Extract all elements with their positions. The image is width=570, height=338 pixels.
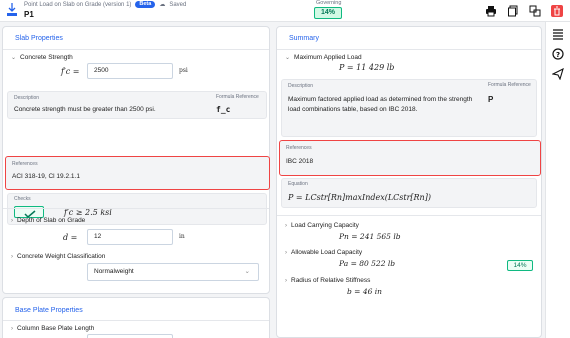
references-label: References <box>12 161 38 167</box>
concrete-strength-input[interactable]: 2500 <box>87 63 173 79</box>
concrete-strength-header[interactable]: ⌄ Concrete Strength <box>11 54 73 61</box>
checks-label: Checks <box>14 196 31 202</box>
references-text: ACI 318-19, Cl 19.2.1.1 <box>12 173 80 180</box>
cloud-icon: ☁ <box>159 2 166 8</box>
beta-badge: Beta <box>135 1 156 8</box>
trash-icon[interactable] <box>551 5 563 17</box>
governing-badge[interactable]: 14% <box>314 7 342 19</box>
depth-input[interactable]: 12 <box>87 229 173 245</box>
psi-unit: psi <box>179 67 188 74</box>
chevron-down-icon: ⌄ <box>11 55 17 61</box>
weight-class-header[interactable]: › Concrete Weight Classification <box>11 253 105 260</box>
base-plate-title[interactable]: Base Plate Properties <box>15 307 83 314</box>
print-icon[interactable] <box>485 5 497 17</box>
link-icon[interactable] <box>529 5 541 17</box>
summary-formula-reference-label: Formula Reference <box>488 82 531 88</box>
check-expression: f′c ≥ 2.5 ksi <box>64 208 112 217</box>
formula-reference-value: f_c <box>216 105 231 114</box>
utilization-badge[interactable]: 14% <box>507 260 533 271</box>
summary-description-text: Maximum factored applied load as determi… <box>288 96 473 113</box>
saved-status: Saved <box>169 1 187 8</box>
equation-expression: P = LCstr[Rn]maxIndex(LCstr[Rn]) <box>288 193 431 202</box>
weight-class-select[interactable]: Normalweight ⌄ <box>87 263 259 281</box>
references-box: References ACI 318-19, Cl 19.2.1.1 <box>5 156 270 190</box>
base-plate-length-label: Column Base Plate Length <box>17 325 95 332</box>
equation-box: Equation P = LCstr[Rn]maxIndex(LCstr[Rn]… <box>281 178 537 208</box>
project-name: P1 <box>24 10 34 19</box>
description-box: Description Concrete strength must be gr… <box>7 91 267 119</box>
load-carrying-capacity-expression: Pn = 241 565 lb <box>339 232 401 241</box>
chevron-down-icon: ⌄ <box>244 268 250 275</box>
result-header-0[interactable]: › Load Carrying Capacity <box>285 222 359 229</box>
governing-label: Governing <box>316 0 342 6</box>
max-load-header[interactable]: ⌄ Maximum Applied Load <box>285 54 362 61</box>
summary-formula-reference-value: P <box>488 95 494 104</box>
weight-class-label: Concrete Weight Classification <box>17 253 106 260</box>
divider <box>3 49 269 50</box>
concrete-strength-label: Concrete Strength <box>20 54 73 61</box>
depth-label: Depth of Slab on Grade <box>17 217 86 224</box>
chevron-down-icon: ⌄ <box>285 55 291 61</box>
list-icon[interactable] <box>552 28 564 40</box>
chevron-right-icon: › <box>285 277 287 284</box>
summary-title[interactable]: Summary <box>289 35 319 42</box>
svg-text:?: ? <box>556 51 560 59</box>
depth-unit: in <box>179 233 185 240</box>
chevron-right-icon: › <box>11 253 13 260</box>
summary-description-label: Description <box>288 83 314 89</box>
summary-description-box: Description Maximum factored applied loa… <box>281 79 537 137</box>
right-toolbar: ? <box>545 22 570 338</box>
summary-references-text: IBC 2018 <box>286 158 314 165</box>
breadcrumb: Point Load on Slab on Grade (version 1) … <box>24 1 186 8</box>
equation-text: P = LCstr[Rn]maxIndex(LCstr[Rn]) <box>288 193 431 202</box>
copy-icon[interactable] <box>507 5 519 17</box>
divider <box>277 215 541 216</box>
chevron-right-icon: › <box>285 222 287 229</box>
result-header-1[interactable]: › Allowable Load Capacity <box>285 249 362 256</box>
breadcrumb-text: Point Load on Slab on Grade (version 1) <box>24 1 132 8</box>
load-carrying-capacity-label: Load Carrying Capacity <box>291 222 359 229</box>
radius-stiffness-label: Radius of Relative Stiffness <box>291 277 371 284</box>
divider <box>3 208 269 209</box>
calculator-icon <box>7 3 17 16</box>
chevron-right-icon: › <box>11 325 13 332</box>
description-text: Concrete strength must be greater than 2… <box>14 106 156 113</box>
summary-references-label: References <box>286 145 312 151</box>
divider <box>277 49 541 50</box>
slab-properties-title[interactable]: Slab Properties <box>15 35 63 42</box>
description-label: Description <box>14 95 40 101</box>
equation-label: Equation <box>288 181 308 187</box>
result-header-2[interactable]: › Radius of Relative Stiffness <box>285 277 370 284</box>
help-icon[interactable]: ? <box>552 48 564 60</box>
base-plate-length-input[interactable] <box>87 334 173 338</box>
chevron-right-icon: › <box>285 249 287 256</box>
summary-references-box: References IBC 2018 <box>279 140 541 176</box>
send-icon[interactable] <box>552 68 564 80</box>
top-bar: Point Load on Slab on Grade (version 1) … <box>0 0 570 22</box>
formula-reference-label: Formula Reference <box>216 94 259 100</box>
fc-symbol: f′c = <box>61 67 80 76</box>
max-load-expression: P = 11 429 lb <box>339 63 395 72</box>
divider <box>3 320 269 321</box>
depth-header[interactable]: › Depth of Slab on Grade <box>11 217 85 224</box>
weight-class-value: Normalweight <box>94 268 134 275</box>
slab-properties-panel: Slab Properties ⌄ Concrete Strength f′c … <box>2 26 270 294</box>
depth-symbol: d = <box>63 233 78 242</box>
base-plate-length-header[interactable]: › Column Base Plate Length <box>11 325 94 332</box>
base-plate-panel: Base Plate Properties › Column Base Plat… <box>2 297 270 338</box>
radius-stiffness-expression: b = 46 in <box>347 287 383 296</box>
summary-panel: Summary ⌄ Maximum Applied Load P = 11 42… <box>276 26 542 338</box>
max-load-label: Maximum Applied Load <box>294 54 362 61</box>
chevron-right-icon: › <box>11 217 13 224</box>
allowable-load-capacity-label: Allowable Load Capacity <box>291 249 363 256</box>
allowable-load-capacity-expression: Pa = 80 522 lb <box>339 259 396 268</box>
